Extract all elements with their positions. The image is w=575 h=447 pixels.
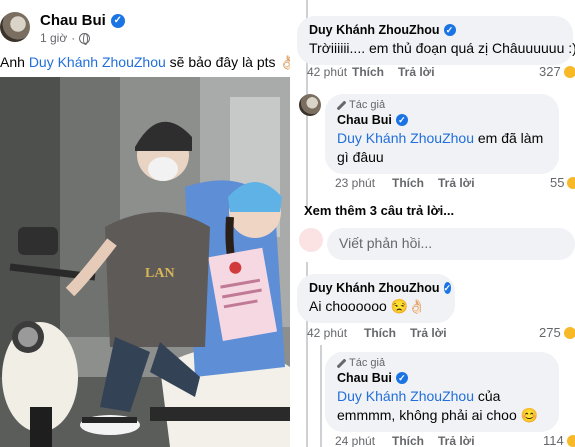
comment-time[interactable]: 42 phút [307, 326, 364, 340]
reaction-count[interactable]: 55 [550, 175, 575, 190]
reply-button[interactable]: Trả lời [398, 65, 435, 79]
globe-icon [79, 32, 91, 45]
comment-actions: 42 phút Thích Trả lời [307, 65, 449, 79]
comment-time[interactable]: 24 phút [335, 434, 392, 447]
post-text: Anh Duy Khánh ZhouZhou sẽ bảo đây là pts… [0, 54, 290, 70]
comments-panel: Duy Khánh ZhouZhou ✓ Trờiiiiii.... em th… [295, 0, 575, 447]
post-time[interactable]: 1 giờ [40, 31, 67, 45]
pen-icon [337, 101, 346, 110]
comment-text: Trờiiiiii.... em thủ đoạn quá zị Châuuuu… [309, 40, 575, 56]
like-button[interactable]: Thích [392, 176, 424, 190]
comment-time[interactable]: 42 phút [307, 65, 352, 79]
author-tag: Tác giả [337, 357, 547, 369]
reply-button[interactable]: Trả lời [410, 326, 447, 340]
comment-bubble: Tác giả Chau Bui ✓ Duy Khánh ZhouZhou em… [325, 94, 559, 174]
verified-badge-icon: ✓ [443, 282, 452, 294]
pen-icon [337, 359, 346, 368]
verified-badge-icon: ✓ [395, 114, 408, 126]
comment-text: Duy Khánh ZhouZhou của emmmm, không phải… [337, 388, 539, 423]
comment-mention-link[interactable]: Duy Khánh ZhouZhou [337, 388, 474, 404]
comment-mention-link[interactable]: Duy Khánh ZhouZhou [337, 130, 474, 146]
reaction-count[interactable]: 327 [539, 64, 575, 79]
reply-input[interactable]: Viết phản hồi... [327, 228, 575, 260]
comment-author[interactable]: Chau Bui [337, 113, 392, 127]
comment-author[interactable]: Duy Khánh ZhouZhou [309, 23, 440, 37]
reply-button[interactable]: Trả lời [438, 434, 475, 447]
comment-bubble: Duy Khánh ZhouZhou ✓ Trờiiiiii.... em th… [297, 16, 575, 65]
comment-actions: 23 phút Thích Trả lời [335, 176, 489, 190]
comment-author[interactable]: Chau Bui [337, 371, 392, 385]
author-avatar[interactable] [0, 12, 30, 42]
comment-author[interactable]: Duy Khánh ZhouZhou [309, 281, 440, 295]
current-user-avatar [299, 228, 323, 252]
post-author[interactable]: Chau Bui ✓ [40, 12, 125, 29]
verified-badge-icon: ✓ [110, 13, 125, 28]
author-tag: Tác giả [337, 99, 547, 111]
verified-badge-icon: ✓ [395, 372, 408, 384]
reaction-icon [566, 434, 575, 447]
post-author-name[interactable]: Chau Bui [40, 12, 106, 29]
post-photo-image: LAN [0, 77, 290, 447]
comment-time[interactable]: 23 phút [335, 176, 392, 190]
thread-line [320, 345, 322, 447]
verified-badge-icon: ✓ [443, 24, 456, 36]
reply-author-avatar[interactable] [299, 94, 321, 116]
reaction-icon [567, 176, 575, 189]
post-mention-link[interactable]: Duy Khánh ZhouZhou [29, 54, 166, 70]
comment-actions: 42 phút Thích Trả lời [307, 326, 461, 340]
post-photo[interactable]: LAN [0, 77, 290, 447]
comment-bubble: Duy Khánh ZhouZhou ✓ Ai choooooo 😒👌🏻 [297, 274, 455, 323]
reaction-count[interactable]: 275 [539, 325, 575, 340]
like-button[interactable]: Thích [392, 434, 424, 447]
view-more-replies-link[interactable]: Xem thêm 3 câu trả lời... [304, 203, 454, 218]
comment-text: Ai choooooo 😒👌🏻 [309, 298, 426, 314]
like-button[interactable]: Thích [364, 326, 396, 340]
post-panel: Chau Bui ✓ 1 giờ · Anh Duy Khánh ZhouZho… [0, 0, 290, 447]
like-button[interactable]: Thích [352, 65, 384, 79]
comment-actions: 24 phút Thích Trả lời [335, 434, 489, 447]
reply-button[interactable]: Trả lời [438, 176, 475, 190]
reaction-icon [563, 326, 575, 339]
post-meta: 1 giờ · [40, 31, 91, 45]
comment-bubble: Tác giả Chau Bui ✓ Duy Khánh ZhouZhou củ… [325, 352, 559, 432]
svg-text:LAN: LAN [145, 266, 175, 281]
reaction-count[interactable]: 114 [543, 433, 575, 447]
reaction-icon [563, 65, 575, 78]
comment-text: Duy Khánh ZhouZhou em đã làm gì đâuu [337, 130, 544, 165]
